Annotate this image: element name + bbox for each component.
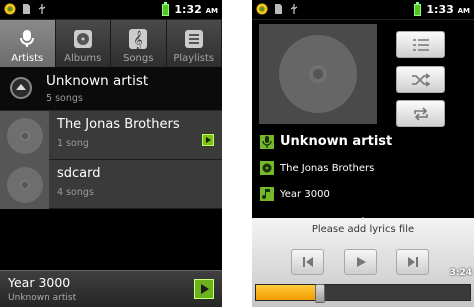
tab-label: Albums [64,53,102,64]
next-button[interactable] [396,249,429,275]
disc-icon [260,161,274,175]
play-button[interactable] [194,279,214,299]
album-song-count: 4 songs [57,187,94,198]
sd-card-icon [23,4,30,14]
svg-text:𝄞: 𝄞 [134,30,143,49]
track-row: Year 3000 [260,187,330,201]
now-playing-bar[interactable]: Year 3000 Unknown artist [0,270,222,307]
playlist-icon [412,38,429,51]
previous-button[interactable] [291,249,324,275]
shuffle-icon [411,72,430,87]
album-row: The Jonas Brothers [260,161,374,175]
battery-icon [414,1,422,16]
play-button[interactable] [344,249,377,275]
microphone-icon [260,134,274,149]
repeat-icon [413,106,428,121]
tab-playlists[interactable]: Playlists [166,20,222,67]
collapse-icon[interactable] [10,77,32,99]
status-bar: 1:32 AM [0,0,222,20]
sd-card-icon [275,4,282,14]
now-playing-artist: Unknown artist [8,293,77,303]
status-time: 1:32 AM [174,3,218,16]
repeat-button[interactable] [396,100,445,127]
music-note-icon: 𝄞 [127,28,149,50]
library-tabs: Artists Albums 𝄞 Songs Playlists [0,20,222,67]
microphone-icon [16,28,38,50]
artist-row: Unknown artist [260,134,392,149]
play-icon [356,257,366,267]
play-indicator-icon [202,134,214,146]
tab-songs[interactable]: 𝄞 Songs [111,20,167,67]
track-duration: 3:24 [449,268,472,278]
shuffle-button[interactable] [396,66,445,93]
seek-bar[interactable] [255,284,471,303]
artist-name: Unknown artist [46,73,149,89]
tab-label: Artists [11,53,44,64]
next-icon [407,257,418,267]
battery-icon [162,1,170,16]
lyrics-message: Please add lyrics file [311,224,415,235]
tab-label: Playlists [173,53,215,64]
artist-song-count: 5 songs [46,93,83,104]
artist-name: Unknown artist [280,134,393,149]
seek-bar-thumb[interactable] [315,284,326,303]
status-time: 1:33 AM [426,3,470,16]
disc-icon [279,35,357,113]
album-art [259,24,377,124]
disc-icon [72,28,94,50]
android-notification-icon [4,3,16,15]
artist-group-header[interactable]: Unknown artist 5 songs [0,67,222,111]
previous-icon [302,257,313,267]
usb-icon [290,4,298,14]
tab-albums[interactable]: Albums [55,20,111,67]
track-name: Year 3000 [280,188,330,200]
list-item[interactable]: The Jonas Brothers 1 song [0,111,222,160]
list-empty-area [0,209,222,275]
tab-label: Songs [123,53,154,64]
now-playing-title: Year 3000 [8,275,71,290]
android-notification-icon [256,3,268,15]
library-screen: 1:32 AM Artists Albums 𝄞 Songs Playlists… [0,0,222,307]
album-art-icon [0,160,49,209]
status-bar: 1:33 AM [252,0,474,20]
lyrics-panel: Please add lyrics file 3:24 [252,218,474,307]
usb-icon [38,4,46,14]
player-screen: 1:33 AM Unknown artist The Jonas Brother… [252,0,474,307]
album-name: The Jonas Brothers [280,162,375,174]
seek-bar-fill [256,285,321,300]
album-song-count: 1 song [57,138,89,149]
tab-artists[interactable]: Artists [0,20,56,67]
music-note-icon [260,187,274,201]
album-title: sdcard [57,166,101,181]
list-item[interactable]: sdcard 4 songs [0,160,222,209]
playlist-button[interactable] [396,31,445,58]
album-title: The Jonas Brothers [57,117,180,132]
list-icon [183,28,205,50]
album-art-icon [0,111,49,160]
